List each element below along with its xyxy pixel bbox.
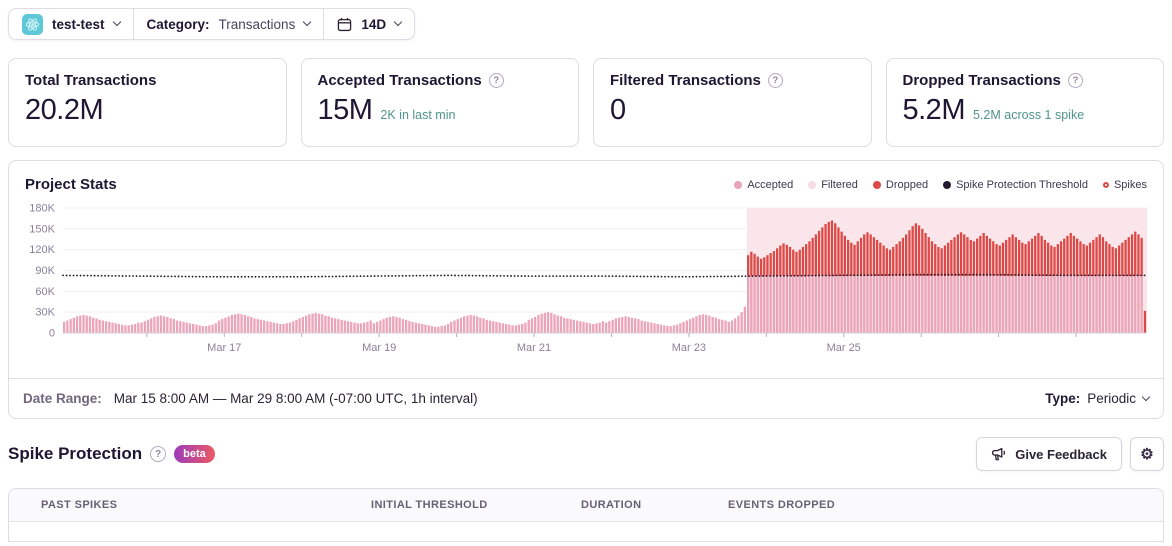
chevron-down-icon — [112, 17, 121, 27]
filter-bar: test-test Category: Transactions 14D — [8, 8, 416, 40]
date-range-value: Mar 15 8:00 AM — Mar 29 8:00 AM (-07:00 … — [113, 391, 478, 406]
column-header-duration: DURATION — [581, 499, 642, 511]
table-row[interactable] — [9, 522, 1163, 541]
svg-text:Mar 17: Mar 17 — [207, 342, 241, 354]
project-stats-panel: Project Stats Accepted Filtered Dropped Spi… — [8, 160, 1164, 419]
svg-text:Mar 25: Mar 25 — [827, 342, 861, 354]
project-selector[interactable]: test-test — [9, 9, 133, 39]
calendar-icon — [337, 17, 352, 32]
chevron-down-icon — [1141, 392, 1151, 401]
column-header-events-dropped: EVENTS DROPPED — [728, 499, 836, 511]
help-icon[interactable]: ? — [1067, 73, 1083, 88]
stat-card-subtitle: 5.2M across 1 spike — [972, 108, 1085, 122]
legend-label: Spikes — [1113, 178, 1147, 191]
stat-card-value: 20.2M — [25, 94, 104, 126]
legend-dot-icon — [734, 180, 743, 189]
column-header-initial-threshold: INITIAL THRESHOLD — [371, 499, 488, 511]
spike-ring-icon — [1102, 181, 1109, 188]
stat-card-total-transactions: Total Transactions 20.2M — [8, 58, 287, 147]
legend-label: Accepted — [747, 178, 794, 191]
chart-footer: Date Range: Mar 15 8:00 AM — Mar 29 8:00… — [9, 378, 1163, 418]
type-label: Type: — [1045, 391, 1081, 406]
legend-dot-icon — [808, 180, 817, 189]
range-preset-label: 14D — [361, 16, 387, 32]
legend-dot-icon — [943, 180, 952, 189]
stat-card-value: 5.2M — [902, 94, 966, 126]
type-selector[interactable]: Type: Periodic — [1045, 391, 1151, 406]
svg-text:120K: 120K — [29, 244, 55, 256]
legend-item-spikes[interactable]: Spikes — [1102, 178, 1147, 191]
legend-item-filtered[interactable]: Filtered — [808, 179, 858, 191]
legend-item-dropped[interactable]: Dropped — [872, 178, 929, 191]
beta-badge: beta — [174, 445, 215, 463]
help-icon[interactable]: ? — [488, 73, 504, 88]
svg-text:0: 0 — [49, 328, 55, 340]
svg-text:Mar 21: Mar 21 — [517, 342, 551, 354]
svg-text:Mar 19: Mar 19 — [362, 342, 396, 354]
past-spikes-table: PAST SPIKES INITIAL THRESHOLD DURATION EVEN… — [8, 488, 1164, 542]
type-value: Periodic — [1087, 391, 1136, 406]
page: test-test Category: Transactions 14D Tot… — [0, 0, 1172, 546]
stat-card-title: Total Transactions — [25, 72, 157, 89]
stat-card-title: Dropped Transactions — [902, 72, 1061, 89]
svg-text:30K: 30K — [35, 307, 55, 319]
stat-card-title: Accepted Transactions — [317, 72, 482, 89]
gear-icon: ⚙ — [1140, 446, 1154, 463]
svg-text:60K: 60K — [35, 286, 55, 298]
spike-protection-header: Spike Protection ? beta Give Feedback ⚙ — [8, 436, 1164, 472]
settings-button[interactable]: ⚙ — [1130, 437, 1164, 471]
stat-card-title: Filtered Transactions — [610, 72, 761, 89]
stat-cards-row: Total Transactions 20.2M Accepted Transact… — [8, 58, 1164, 147]
help-icon[interactable]: ? — [150, 446, 167, 462]
stat-card-value: 15M — [317, 94, 373, 126]
chevron-down-icon — [303, 17, 312, 27]
spike-protection-title: Spike Protection — [8, 444, 143, 463]
stat-card-accepted-transactions: Accepted Transactions? 15M 2K in last min — [300, 58, 579, 147]
chart-title: Project Stats — [25, 176, 117, 193]
legend-label: Filtered — [821, 178, 858, 191]
chart-header: Project Stats Accepted Filtered Dropped Spi… — [9, 161, 1163, 198]
column-header-past-spikes: PAST SPIKES — [41, 499, 118, 511]
give-feedback-button[interactable]: Give Feedback — [976, 437, 1122, 471]
stat-card-value: 0 — [610, 94, 626, 126]
chart-legend: Accepted Filtered Dropped Spike Protection … — [734, 179, 1147, 191]
megaphone-icon — [991, 447, 1007, 462]
stat-card-subtitle: 2K in last min — [380, 108, 456, 122]
project-name: test-test — [52, 16, 105, 32]
svg-text:90K: 90K — [35, 265, 55, 277]
svg-text:150K: 150K — [29, 223, 55, 235]
legend-dot-icon — [872, 180, 881, 189]
category-value: Transactions — [218, 16, 296, 32]
legend-item-spike-protection-threshold[interactable]: Spike Protection Threshold — [943, 179, 1088, 191]
category-label: Category: — [146, 16, 210, 32]
stat-card-dropped-transactions: Dropped Transactions? 5.2M 5.2M across 1 s… — [885, 58, 1164, 147]
stat-card-filtered-transactions: Filtered Transactions? 0 — [593, 58, 872, 147]
help-icon[interactable]: ? — [767, 73, 783, 88]
legend-label: Dropped — [885, 178, 929, 191]
legend-label: Spike Protection Threshold — [956, 178, 1088, 191]
project-stats-chart[interactable]: Mar 17 Mar 19 Mar 21 Mar 23 Mar 25 180K 150K 12… — [17, 200, 1157, 378]
table-header-row: PAST SPIKES INITIAL THRESHOLD DURATION EVEN… — [9, 489, 1163, 522]
legend-item-accepted[interactable]: Accepted — [734, 179, 793, 191]
give-feedback-label: Give Feedback — [1015, 446, 1107, 462]
chevron-down-icon — [393, 17, 403, 27]
svg-text:Mar 23: Mar 23 — [672, 342, 706, 354]
date-range-label: Date Range: — [23, 391, 102, 406]
date-range-selector[interactable]: 14D — [323, 9, 414, 39]
svg-text:180K: 180K — [29, 203, 55, 215]
category-selector[interactable]: Category: Transactions — [132, 9, 324, 39]
react-platform-icon — [22, 13, 43, 35]
